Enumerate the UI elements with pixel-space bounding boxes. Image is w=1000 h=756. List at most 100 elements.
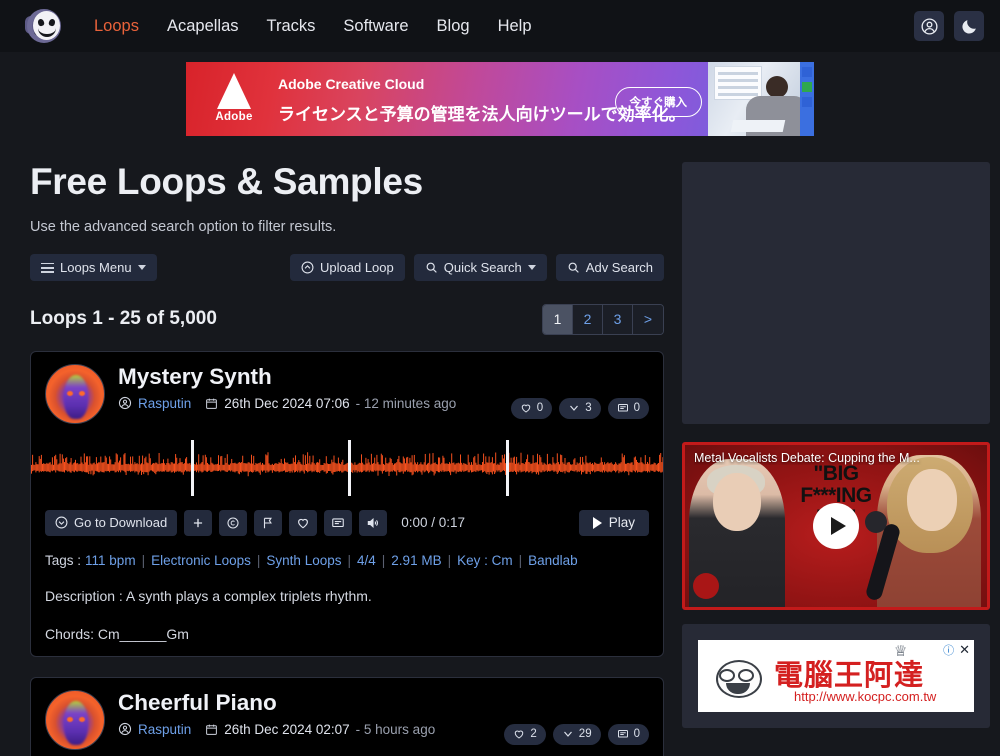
banner-ad-region: Adobe Adobe Creative Cloud ライセンスと予算の管理を法… [0,52,1000,140]
go-to-download-button[interactable]: Go to Download [45,509,178,536]
flag-icon [264,517,273,528]
nav-item-help[interactable]: Help [484,11,546,42]
avatar-figure [64,700,88,745]
like-count-badge[interactable]: 0 [510,397,553,419]
user-icon [118,396,132,410]
video-play-button[interactable] [813,503,859,549]
banner-ui-tiles [714,66,762,100]
theme-toggle-button[interactable] [954,11,984,41]
waveform-marker-2 [348,439,351,496]
channel-logo [693,573,719,599]
comment-count: 0 [633,402,640,415]
nav-item-loops[interactable]: Loops [80,11,153,42]
loop-header-text: Cheerful Piano Rasputin 26th Dec 2024 02… [118,690,435,737]
avatar-detail-right [79,716,85,722]
main-column: Free Loops & Samples Use the advanced se… [30,161,664,756]
banner-icon-square-3 [802,97,812,107]
upload-loop-label: Upload Loop [320,259,394,275]
loop-author[interactable]: Rasputin [138,722,191,737]
chevron-down-icon [527,264,536,270]
tag-time-signature[interactable]: 4/4 [357,553,376,568]
tag-bpm[interactable]: 111 bpm [85,553,136,568]
loop-title[interactable]: Mystery Synth [118,364,456,390]
loop-tags: Tags : 111 bpm | Electronic Loops | Synt… [31,553,663,568]
loop-relative-time: - 12 minutes ago [355,395,457,411]
comment-button[interactable] [324,509,353,536]
avatar-detail-right [79,390,85,396]
video-promo-card[interactable]: "BIG F***ING NO" Metal Vocalists Debate:… [682,442,990,610]
nav-item-tracks[interactable]: Tracks [253,11,330,42]
loop-author[interactable]: Rasputin [138,396,191,411]
nav-item-acapellas[interactable]: Acapellas [153,11,253,42]
favorite-button[interactable] [289,509,318,536]
banner-icon-square-2 [802,82,812,92]
comment-count-badge[interactable]: 0 [607,397,649,419]
loop-title[interactable]: Cheerful Piano [118,690,435,716]
info-icon[interactable]: ⓘ [943,642,954,658]
waveform[interactable] [31,437,663,498]
tags-label: Tags : [45,552,82,568]
comment-icon [332,518,345,527]
adobe-logo: Adobe [206,73,262,123]
nav-item-blog[interactable]: Blog [423,11,484,42]
page-title: Free Loops & Samples [30,161,423,202]
waveform-marker-1 [191,439,194,496]
loop-card: Mystery Synth Rasputin 26th Dec 2024 07:… [30,350,664,657]
site-logo[interactable] [22,4,66,48]
report-button[interactable] [254,509,283,536]
quick-search-button[interactable]: Quick Search [413,253,547,281]
like-count-badge[interactable]: 2 [504,723,546,745]
page-button-2[interactable]: 2 [573,304,603,334]
account-button[interactable] [914,11,944,41]
adobe-banner-ad[interactable]: Adobe Adobe Creative Cloud ライセンスと予算の管理を法… [186,62,814,136]
loop-meta: Rasputin 26th Dec 2024 02:07 - 5 hours a… [118,722,435,737]
playback-time: 0:00 / 0:17 [401,515,466,531]
download-circle-icon [55,516,68,529]
loop-card: Cheerful Piano Rasputin 26th Dec 2024 02… [30,676,664,756]
sidebar-column: "BIG F***ING NO" Metal Vocalists Debate:… [682,162,990,756]
hamburger-icon [41,262,54,273]
avatar[interactable] [45,363,105,424]
page-next-button[interactable]: > [633,304,663,334]
tag-separator: | [447,552,452,568]
page-button-1[interactable]: 1 [543,304,573,334]
loop-date: 26th Dec 2024 07:06 [224,395,350,411]
license-button[interactable] [219,509,248,536]
add-to-playlist-button[interactable] [184,509,213,536]
tag-key[interactable]: Key : Cm [457,553,513,568]
tag-synth-loops[interactable]: Synth Loops [266,553,341,568]
download-chevron-icon [570,405,579,412]
tag-electronic-loops[interactable]: Electronic Loops [151,553,251,568]
download-count-badge[interactable]: 3 [559,397,601,419]
loop-meta: Rasputin 26th Dec 2024 07:06 - 12 minute… [118,396,456,411]
page-button-3[interactable]: 3 [603,304,633,334]
sidebar-ad-2-region: ⓘ ✕ ♕ 電腦王阿達 http://www.kocpc.com.tw [682,624,990,728]
search-icon [426,262,437,273]
loops-menu-button[interactable]: Loops Menu [30,254,157,282]
kocpc-ad[interactable]: ⓘ ✕ ♕ 電腦王阿達 http://www.kocpc.com.tw [698,640,974,712]
waveform-marker-3 [506,439,509,496]
banner-laptop [730,120,786,132]
like-count: 0 [536,402,544,415]
go-to-download-label: Go to Download [74,515,168,531]
download-count: 29 [578,728,592,741]
volume-button[interactable] [359,509,388,536]
sidebar-ad-placeholder [682,162,990,424]
tag-filesize[interactable]: 2.91 MB [391,553,441,568]
tag-bandlab[interactable]: Bandlab [528,553,578,568]
ad-url: http://www.kocpc.com.tw [794,689,937,704]
adv-search-button[interactable]: Adv Search [555,253,664,281]
play-label: Play [608,515,635,531]
avatar[interactable] [45,689,105,750]
nav-item-software[interactable]: Software [329,11,422,42]
banner-cta-button[interactable]: 今すぐ購入 [614,87,702,117]
upload-loop-button[interactable]: Upload Loop [290,253,405,281]
comment-count-badge[interactable]: 0 [607,723,649,745]
loop-date: 26th Dec 2024 02:07 [224,721,350,737]
close-icon[interactable]: ✕ [959,642,970,658]
ad-controls: ⓘ ✕ [943,642,970,658]
play-button[interactable]: Play [578,509,649,536]
content-area: Free Loops & Samples Use the advanced se… [0,161,1000,756]
download-count-badge[interactable]: 29 [552,723,601,745]
tag-separator: | [518,552,523,568]
